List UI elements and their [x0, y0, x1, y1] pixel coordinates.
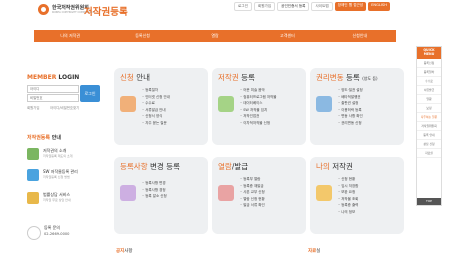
nav-my-copyright[interactable]: 나의 저작권 [34, 30, 106, 42]
certificate-link[interactable]: 공인인증서 등록 [277, 2, 310, 11]
tile-link[interactable]: 이용허락 등록 [338, 108, 363, 113]
tile-inspection-issue[interactable]: 열람/발급 등록부 열람 등록증 재발급 사본 교부 신청 열람 신청 현황 발… [212, 157, 306, 234]
phone-label: 등록 문의 [44, 225, 60, 230]
tile-link[interactable]: 권리변동 신청 [338, 121, 363, 126]
tile-links: 어문 미술 음악 컴퓨터프로그램 저작물 데이터베이스 SW 저작물 임치 저작… [240, 88, 277, 126]
tile-links: 신청 현황 임시 저장함 보완 요청 저작물 조회 등록증 출력 나의 정보 [338, 177, 358, 215]
top-utility-links: 로그인 회원가입 공인인증서 등록 사이트맵 장애인 웹 접근성 ENGLISH [234, 2, 390, 11]
tile-link[interactable]: 나의 정보 [338, 210, 358, 215]
quick-item[interactable]: 자료실 [417, 149, 441, 158]
tile-link[interactable]: 자주 묻는 질문 [142, 121, 170, 126]
tile-link[interactable]: 인터넷 신청 안내 [142, 95, 170, 100]
tile-link[interactable]: 열람 신청 현황 [240, 197, 265, 202]
scales-icon [27, 192, 39, 204]
phone-number: 02-2669-0000 [44, 232, 70, 236]
folder-icon [316, 185, 332, 201]
find-account-link[interactable]: 아이디/비밀번호찾기 [50, 105, 79, 110]
tile-link[interactable]: 신청 현황 [338, 177, 358, 182]
tile-link[interactable]: 어문 미술 음악 [240, 88, 277, 93]
quick-item[interactable]: 자주하는 질문 [417, 113, 441, 122]
tile-link[interactable]: 신청서 양식 [142, 114, 170, 119]
quick-menu-header: QUICK MENU [417, 47, 441, 59]
tile-link[interactable]: 등록부 열람 [240, 177, 265, 182]
quick-item[interactable]: 등록 안내 [417, 131, 441, 140]
tile-link[interactable]: 등록증 출력 [338, 203, 358, 208]
nav-application-guide[interactable]: 신청안내 [324, 30, 396, 42]
tile-link[interactable]: 수수료 [142, 101, 170, 106]
tile-link[interactable]: 컴퓨터프로그램 저작물 [240, 95, 276, 100]
tile-links: 등록부 열람 등록증 재발급 사본 교부 신청 열람 신청 현황 발급 서류 확… [240, 177, 265, 208]
english-button[interactable]: ENGLISH [368, 2, 390, 11]
tile-links: 등록절차 인터넷 신청 안내 수수료 서류발급 안내 신청서 양식 자주 묻는 … [142, 88, 170, 126]
sitemap-link[interactable]: 사이트맵 [311, 2, 333, 11]
guide-icon [120, 96, 136, 112]
quick-item[interactable]: 등록절차 [417, 68, 441, 77]
quick-item[interactable]: 상담 신청 [417, 140, 441, 149]
quick-item[interactable]: 저작권위원회 [417, 122, 441, 131]
tile-link[interactable]: 데이터베이스 [240, 101, 277, 106]
magnifier-icon [218, 185, 234, 201]
tile-link[interactable]: 등록사항 경정 [142, 188, 167, 193]
tile-link[interactable]: 임시 저장함 [338, 184, 358, 189]
tile-application-guide[interactable]: 신청 안내 등록절차 인터넷 신청 안내 수수료 서류발급 안내 신청서 양식 … [114, 68, 208, 145]
book-icon [27, 148, 39, 160]
edit-icon [120, 185, 136, 201]
back-to-top-button[interactable]: TOP [417, 198, 441, 205]
tile-link[interactable]: 저작인접권 [240, 114, 277, 119]
quick-item[interactable]: 서류발급 [417, 86, 441, 95]
tile-my-copyright[interactable]: 나의 저작권 신청 현황 임시 저장함 보완 요청 저작물 조회 등록증 출력 … [310, 157, 404, 234]
tile-link[interactable]: 변동 사항 확인 [338, 114, 363, 119]
tile-link[interactable]: 등록사항 변경 [142, 181, 167, 186]
user-id-input[interactable] [27, 85, 79, 93]
transfer-icon [316, 96, 332, 112]
signup-link[interactable]: 회원가입 [253, 2, 276, 11]
phone-icon [27, 226, 41, 240]
tile-link[interactable]: 이차적저작물 신청 [240, 121, 277, 126]
login-link[interactable]: 로그인 [234, 2, 252, 11]
logo-icon [38, 4, 49, 15]
data-room-title[interactable]: 자료실 [308, 248, 320, 254]
tile-link[interactable]: 양도·질권 설정 [338, 88, 363, 93]
tile-links: 등록사항 변경 등록사항 경정 등록 말소 신청 [142, 181, 167, 199]
tile-link[interactable]: 저작물 조회 [338, 197, 358, 202]
quick-item[interactable]: 수수료 [417, 77, 441, 86]
nav-registration[interactable]: 등록신청 [106, 30, 178, 42]
notice-title[interactable]: 공지사항 [116, 248, 133, 254]
tile-link[interactable]: 보완 요청 [338, 190, 358, 195]
tile-link[interactable]: 등록증 재발급 [240, 184, 265, 189]
main-nav: 나의 저작권 등록신청 열람 고객센터 신청안내 [34, 30, 396, 42]
tile-link[interactable]: 출판권 설정 [338, 101, 363, 106]
document-icon [218, 96, 234, 112]
tile-link[interactable]: SW 저작물 임치 [240, 108, 277, 113]
tile-link[interactable]: 발급 서류 확인 [240, 203, 265, 208]
registration-guide-title: 저작권등록 안내 [27, 135, 61, 141]
quick-item[interactable]: 보정 [417, 104, 441, 113]
nav-customer-center[interactable]: 고객센터 [251, 30, 323, 42]
login-title: MEMBER LOGIN [27, 74, 80, 81]
tile-links: 양도·질권 설정 배타적발행권 출판권 설정 이용허락 등록 변동 사항 확인 … [338, 88, 363, 126]
tile-rights-change[interactable]: 권리변동 등록 (양도 등) 양도·질권 설정 배타적발행권 출판권 설정 이용… [310, 68, 404, 145]
quick-menu: QUICK MENU 등록신청 등록절차 수수료 서류발급 열람 보정 자주하는… [416, 46, 442, 206]
computer-icon [27, 169, 39, 181]
quick-item[interactable]: 열람 [417, 95, 441, 104]
accessibility-button[interactable]: 장애인 웹 접근성 [334, 2, 367, 11]
login-button[interactable]: 로그인 [80, 85, 100, 102]
tile-link[interactable]: 서류발급 안내 [142, 108, 170, 113]
password-input[interactable] [27, 94, 79, 102]
tile-link[interactable]: 등록절차 [142, 88, 170, 93]
tile-registration-change[interactable]: 등록사항 변경 등록 등록사항 변경 등록사항 경정 등록 말소 신청 [114, 157, 208, 234]
nav-inspection[interactable]: 열람 [179, 30, 251, 42]
tile-link[interactable]: 사본 교부 신청 [240, 190, 265, 195]
tile-link[interactable]: 배타적발행권 [338, 95, 363, 100]
tile-link[interactable]: 등록 말소 신청 [142, 194, 167, 199]
signup-link-login[interactable]: 회원가입 [27, 105, 39, 110]
tile-copyright-registration[interactable]: 저작권 등록 어문 미술 음악 컴퓨터프로그램 저작물 데이터베이스 SW 저작… [212, 68, 306, 145]
quick-item[interactable]: 등록신청 [417, 59, 441, 68]
site-title: 저작권등록 [84, 7, 128, 18]
